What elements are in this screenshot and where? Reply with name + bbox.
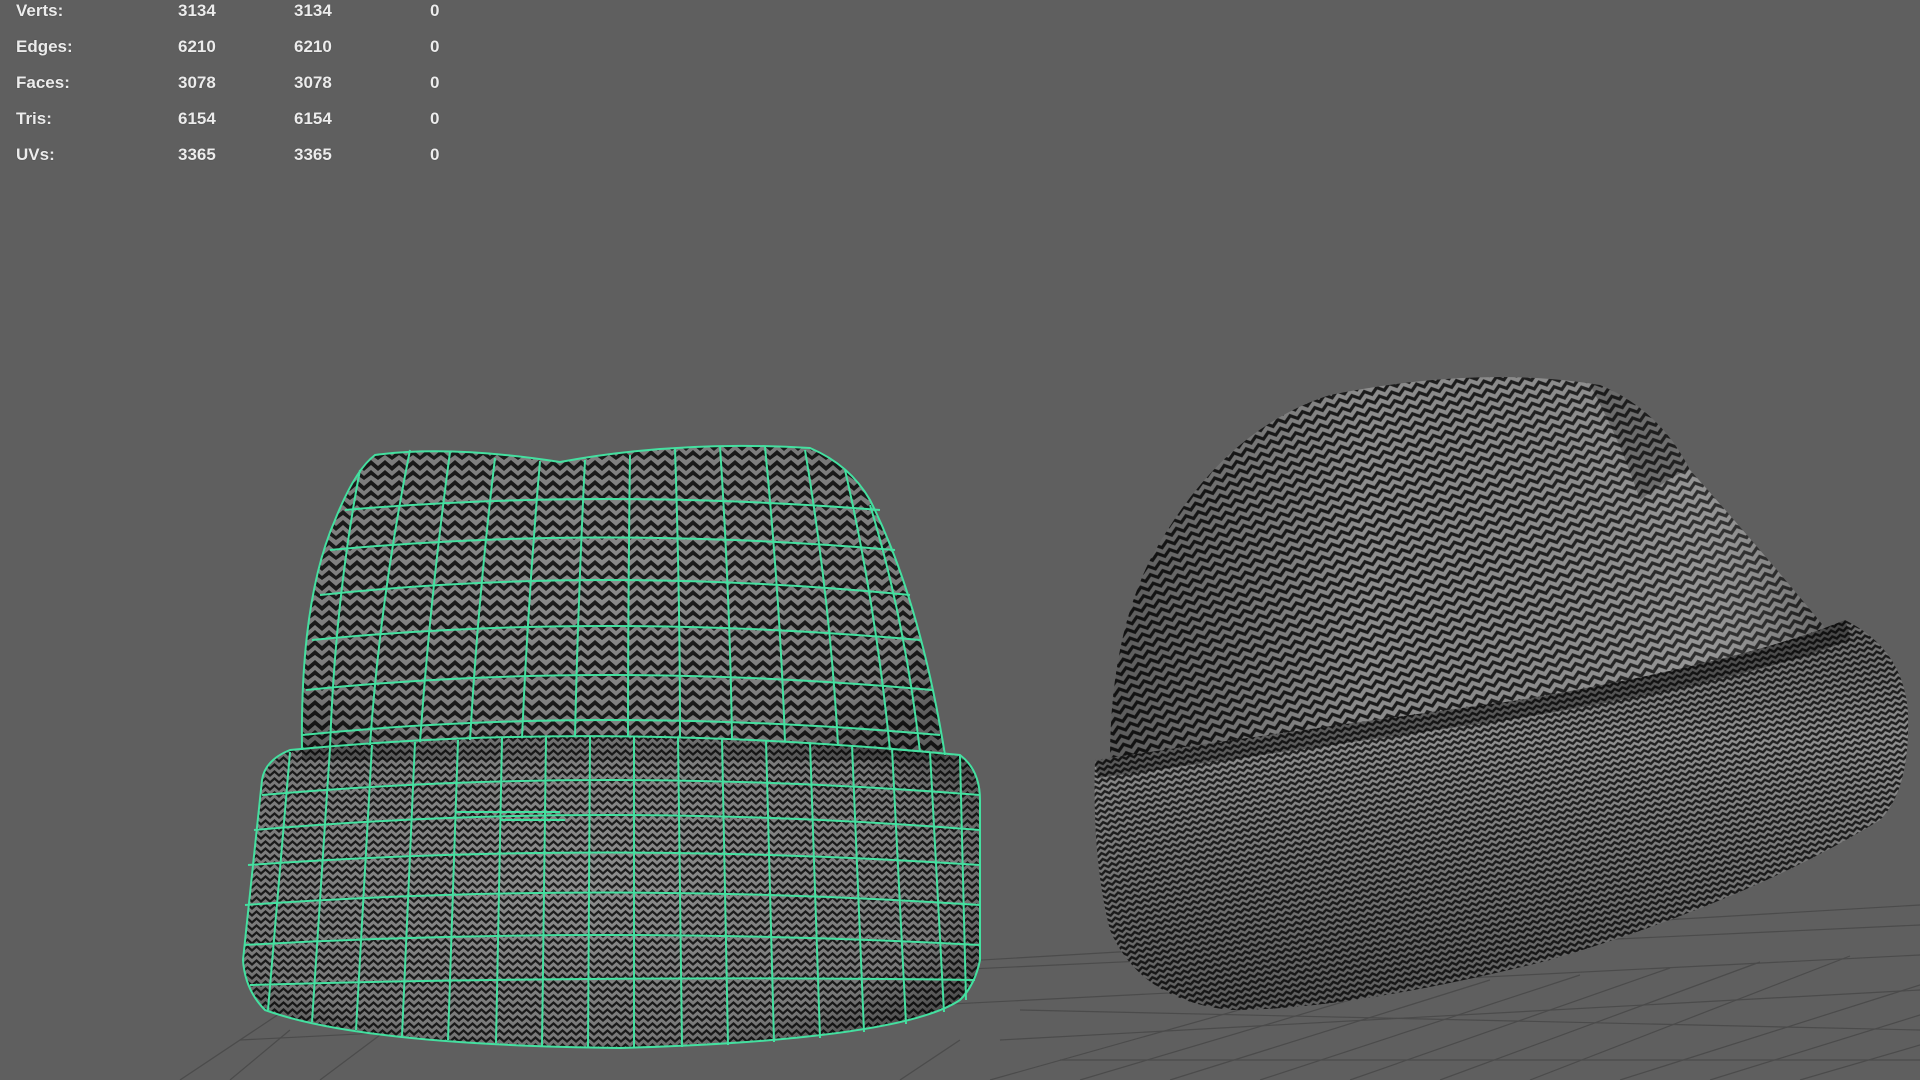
- hud-value-selected: 3078: [294, 73, 332, 92]
- poly-count-hud: Verts: 3134 3134 0 Edges: 6210 6210 0 Fa…: [16, 0, 470, 173]
- hud-row-uvs: UVs: 3365 3365 0: [16, 137, 470, 173]
- hud-value-selected: 6154: [294, 109, 332, 128]
- hud-value-extra: 0: [430, 73, 440, 92]
- hud-label: Tris:: [16, 109, 52, 128]
- hud-value-selected: 6210: [294, 37, 332, 56]
- hud-value-selected: 3134: [294, 1, 332, 20]
- maya-viewport[interactable]: Verts: 3134 3134 0 Edges: 6210 6210 0 Fa…: [0, 0, 1920, 1080]
- hud-value-extra: 0: [430, 145, 440, 164]
- hud-label: Verts:: [16, 1, 64, 20]
- hud-value-object: 6154: [178, 109, 216, 128]
- hud-value-object: 3365: [178, 145, 216, 164]
- hud-value-selected: 3365: [294, 145, 332, 164]
- hud-value-object: 3134: [178, 1, 216, 20]
- hud-row-faces: Faces: 3078 3078 0: [16, 65, 470, 101]
- hud-row-edges: Edges: 6210 6210 0: [16, 29, 470, 65]
- hud-label: Faces:: [16, 73, 70, 92]
- hud-row-tris: Tris: 6154 6154 0: [16, 101, 470, 137]
- beanie-shaded-icon[interactable]: [1094, 377, 1909, 1010]
- hud-value-object: 6210: [178, 37, 216, 56]
- hud-row-verts: Verts: 3134 3134 0: [16, 0, 470, 29]
- beanie-wireframe-icon[interactable]: [241, 444, 981, 1050]
- hud-label: UVs:: [16, 145, 55, 164]
- hud-value-extra: 0: [430, 1, 440, 20]
- hud-value-extra: 0: [430, 109, 440, 128]
- hud-value-object: 3078: [178, 73, 216, 92]
- hud-label: Edges:: [16, 37, 73, 56]
- hud-value-extra: 0: [430, 37, 440, 56]
